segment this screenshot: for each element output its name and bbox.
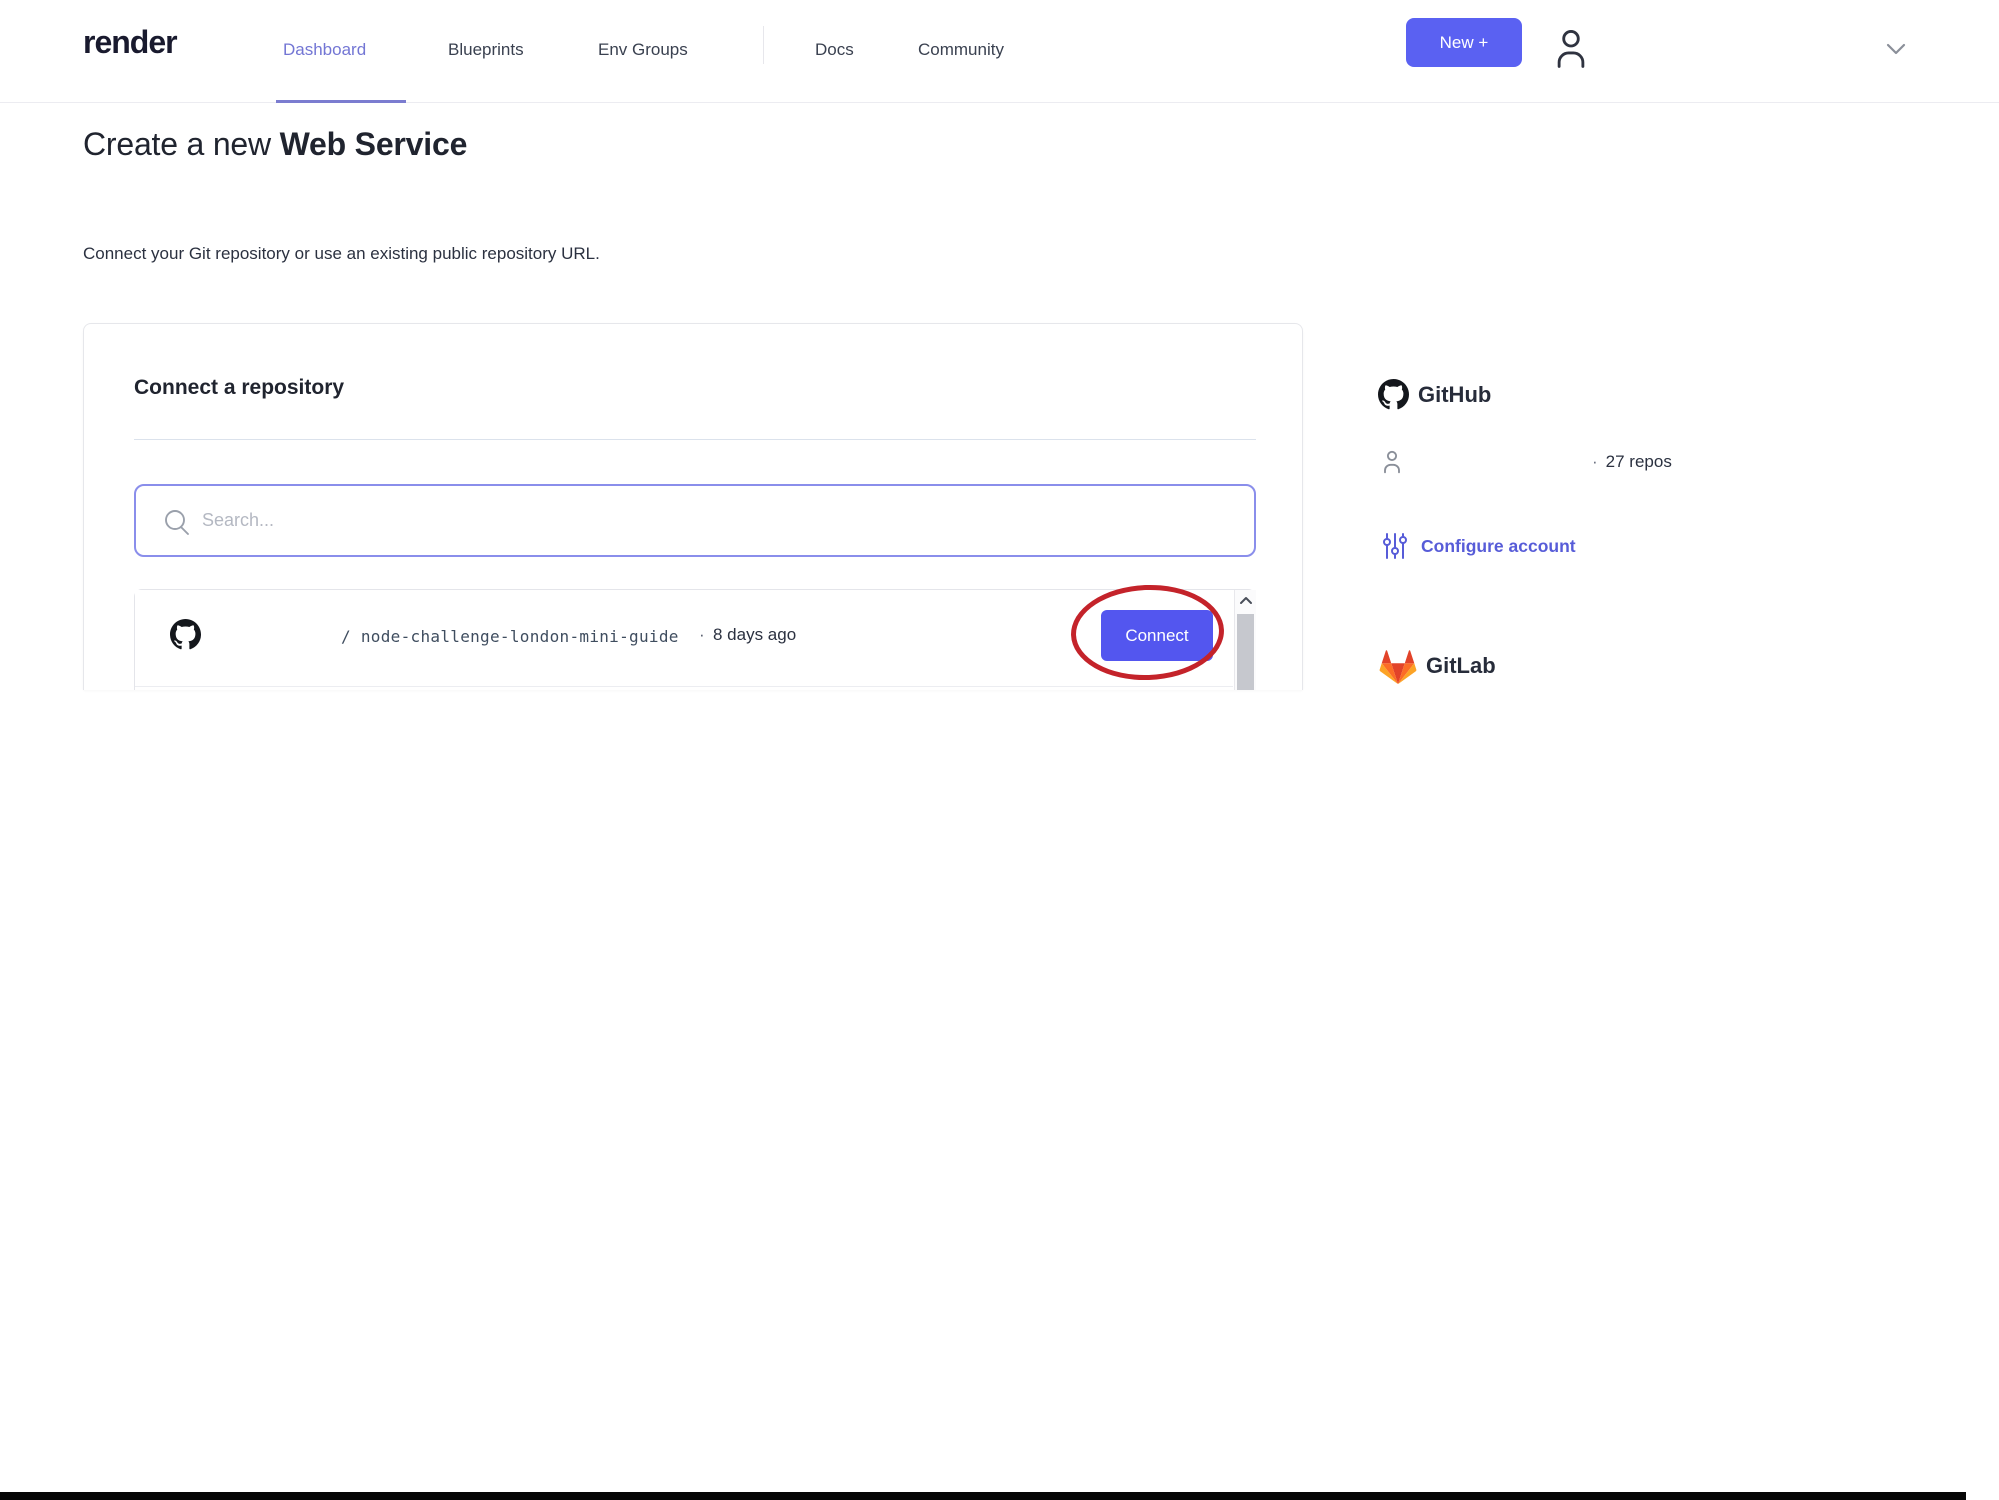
- page-root: render Dashboard Blueprints Env Groups D…: [0, 0, 1999, 1500]
- list-scrollbar[interactable]: [1234, 590, 1256, 690]
- nav-link-community[interactable]: Community: [918, 40, 1004, 60]
- github-icon: [1378, 379, 1409, 415]
- repo-count-text: 27 repos: [1605, 452, 1672, 471]
- search-input[interactable]: [202, 488, 1202, 553]
- connect-button[interactable]: Connect: [1101, 610, 1213, 661]
- nav-link-env-groups[interactable]: Env Groups: [598, 40, 688, 60]
- person-icon: [1380, 448, 1404, 481]
- user-avatar-button[interactable]: [1551, 24, 1591, 76]
- connect-repository-card: Connect a repository / node-challenge-lo: [83, 323, 1303, 690]
- repo-updated-ago: 8 days ago: [713, 625, 797, 644]
- github-icon: [170, 619, 201, 655]
- github-username-redacted: [1410, 452, 1585, 472]
- nav-link-blueprints[interactable]: Blueprints: [448, 40, 524, 60]
- top-nav: render Dashboard Blueprints Env Groups D…: [0, 0, 1999, 103]
- repo-separator-dot: ·: [699, 625, 705, 644]
- page-title: Create a new Web Service: [83, 126, 467, 163]
- nav-divider: [763, 26, 764, 64]
- chevron-down-icon[interactable]: [1883, 40, 1909, 58]
- search-icon: [162, 507, 192, 542]
- gitlab-section-title: GitLab: [1426, 653, 1496, 678]
- repo-list: / node-challenge-london-mini-guide · 8 d…: [134, 589, 1256, 690]
- render-logo[interactable]: render: [83, 24, 178, 61]
- new-button[interactable]: New +: [1406, 18, 1522, 67]
- sliders-icon: [1382, 532, 1408, 565]
- person-icon: [1552, 30, 1590, 77]
- repo-row[interactable]: / node-challenge-london-mini-guide · 8 d…: [135, 590, 1233, 687]
- page-subtitle: Connect your Git repository or use an ex…: [83, 244, 600, 263]
- repo-owner-redacted: [212, 628, 337, 650]
- repo-path: / node-challenge-london-mini-guide: [341, 627, 679, 646]
- configure-account-link[interactable]: [1382, 532, 1408, 565]
- nav-link-dashboard[interactable]: Dashboard: [283, 40, 366, 60]
- github-repo-count: · 27 repos: [1592, 452, 1672, 472]
- card-heading: Connect a repository: [134, 376, 345, 399]
- page-title-regular: Create a new: [83, 126, 280, 162]
- repo-search-box: [134, 484, 1256, 557]
- nav-link-docs[interactable]: Docs: [815, 40, 854, 60]
- gitlab-icon: [1379, 649, 1417, 690]
- bottom-edge-bar: [0, 1492, 1966, 1500]
- github-section-title: GitHub: [1418, 382, 1492, 407]
- card-divider: [134, 439, 1256, 440]
- page-title-bold: Web Service: [279, 126, 468, 162]
- scroll-up-arrow-icon[interactable]: [1238, 592, 1254, 610]
- scrollbar-thumb[interactable]: [1237, 614, 1254, 690]
- configure-account-label[interactable]: Configure account: [1421, 536, 1576, 557]
- repo-count-dot: ·: [1592, 452, 1598, 471]
- active-tab-underline: [276, 100, 406, 103]
